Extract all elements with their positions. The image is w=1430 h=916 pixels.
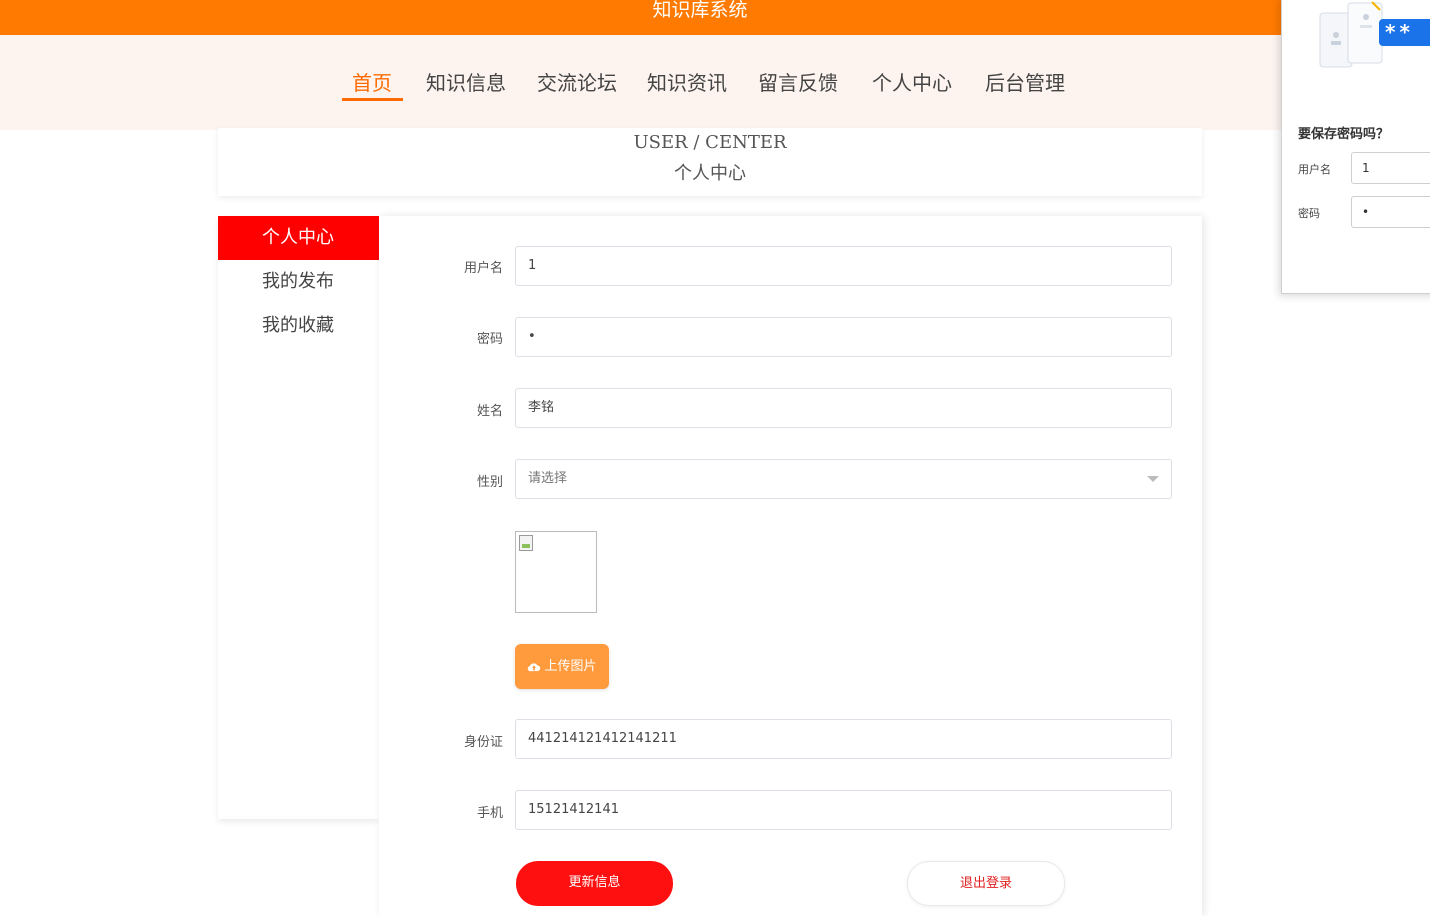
phone-label: 手机 — [476, 806, 503, 821]
sidebar-item-user-center[interactable]: 个人中心 — [218, 216, 379, 260]
save-password-password-field[interactable]: • — [1351, 196, 1430, 228]
page-title: 个人中心 — [674, 163, 746, 184]
name-label: 姓名 — [476, 404, 503, 419]
upload-image-button[interactable]: 上传图片 — [515, 644, 609, 689]
username-label: 用户名 — [463, 261, 503, 276]
nav-item-user-center[interactable]: 个人中心 — [872, 69, 952, 99]
nav-item-home[interactable]: 首页 — [352, 69, 392, 99]
nav-item-feedback[interactable]: 留言反馈 — [758, 69, 838, 99]
name-field[interactable]: 李铭 — [515, 388, 1172, 428]
nav-item-news[interactable]: 知识资讯 — [647, 69, 727, 99]
save-password-title: 要保存密码吗？ — [1298, 127, 1390, 142]
username-field[interactable]: 1 — [515, 246, 1172, 286]
id-card-field[interactable]: 441214121412141211 — [515, 719, 1172, 759]
gender-select-placeholder: 请选择 — [528, 471, 568, 486]
top-bar: 知识库系统 — [0, 0, 1430, 35]
page-header: USER / CENTER 个人中心 — [218, 128, 1202, 196]
upload-image-label: 上传图片 — [544, 659, 597, 674]
gender-label: 性别 — [476, 475, 503, 490]
password-label: 密码 — [476, 332, 503, 347]
nav-item-knowledge[interactable]: 知识信息 — [426, 69, 506, 99]
nav-item-admin[interactable]: 后台管理 — [985, 69, 1065, 99]
avatar-preview — [515, 531, 597, 613]
app-title: 知识库系统 — [652, 0, 748, 21]
id-card-label: 身份证 — [463, 735, 503, 750]
password-field[interactable]: • — [515, 317, 1172, 357]
update-info-button[interactable]: 更新信息 — [516, 861, 673, 906]
logout-button[interactable]: 退出登录 — [907, 861, 1065, 906]
sidebar-item-favorites[interactable]: 我的收藏 — [218, 304, 379, 348]
gender-select[interactable]: 请选择 — [515, 459, 1172, 499]
broken-image-icon — [519, 535, 533, 551]
nav-item-forum[interactable]: 交流论坛 — [537, 69, 617, 99]
save-password-password-label: 密码 — [1298, 207, 1320, 220]
sidebar-item-my-posts[interactable]: 我的发布 — [218, 260, 379, 304]
save-password-username-field[interactable]: 1 — [1351, 152, 1430, 184]
phone-field[interactable]: 15121412141 — [515, 790, 1172, 830]
password-mask-badge: ** — [1379, 19, 1430, 46]
nav-active-underline — [342, 98, 403, 101]
sidebar: 个人中心 我的发布 我的收藏 — [218, 216, 379, 819]
chevron-down-icon — [1147, 476, 1159, 482]
save-password-username-label: 用户名 — [1298, 163, 1331, 176]
save-password-popup: ** 要保存密码吗？ 用户名 1 密码 • — [1281, 0, 1430, 294]
page-title-en: USER / CENTER — [633, 132, 787, 153]
cloud-upload-icon — [528, 662, 541, 671]
